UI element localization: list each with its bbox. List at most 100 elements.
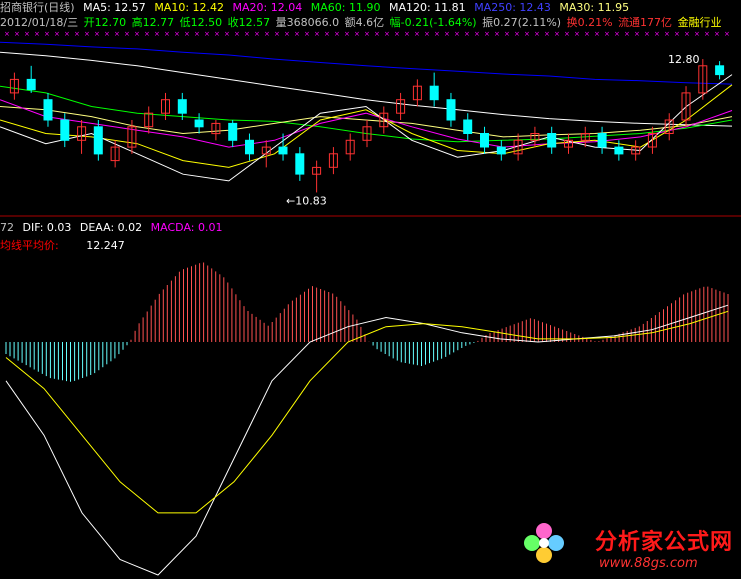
marker-dot: × <box>424 30 430 38</box>
marker-dot: × <box>574 30 580 38</box>
marker-dot: × <box>414 30 420 38</box>
candle-body <box>93 126 103 155</box>
marker-dot: × <box>384 30 390 38</box>
watermark-title: 分析家公式网 <box>594 530 733 555</box>
amount-value: 额4.6亿 <box>344 16 385 29</box>
ma250-value: MA250: 12.43 <box>474 1 551 14</box>
candle-body <box>228 122 238 141</box>
marker-dot: × <box>394 30 400 38</box>
candle-body <box>43 99 53 121</box>
marker-dot: × <box>304 30 310 38</box>
marker-dot: × <box>334 30 340 38</box>
avg-price-row: 均线平均价: 12.247 <box>0 239 130 252</box>
marker-dot: × <box>254 30 260 38</box>
dea-value: DEAA: 0.02 <box>79 221 143 234</box>
marker-dot: × <box>4 30 10 38</box>
marker-dot: × <box>34 30 40 38</box>
marker-dot: × <box>154 30 160 38</box>
ma30-line <box>0 106 733 138</box>
marker-dot: × <box>494 30 500 38</box>
marker-dot: × <box>174 30 180 38</box>
marker-dot: × <box>644 30 650 38</box>
marker-dot: × <box>114 30 120 38</box>
date-value: 2012/01/18/三 <box>0 16 79 29</box>
open-value: 开12.70 <box>83 16 127 29</box>
high-value: 高12.77 <box>131 16 175 29</box>
marker-dot: × <box>24 30 30 38</box>
marker-dot: × <box>584 30 590 38</box>
marker-dot: × <box>224 30 230 38</box>
marker-dot: × <box>714 30 720 38</box>
candle-body <box>245 139 254 155</box>
marker-dot: × <box>14 30 20 38</box>
marker-dot: × <box>624 30 630 38</box>
marker-dot: × <box>104 30 110 38</box>
marker-dot: × <box>694 30 700 38</box>
watermark: 分析家公式网 www.88gs.com <box>595 524 733 571</box>
stock-chart[interactable]: × × × × × × × × × × × × × × × × × × × × × × × × × × × × × × × × × × × × × × × ×… <box>0 0 741 579</box>
marker-dot: × <box>664 30 670 38</box>
candle-body <box>194 119 204 128</box>
marker-dot: × <box>44 30 50 38</box>
ma60-line <box>0 85 733 143</box>
marker-dot: × <box>144 30 150 38</box>
avg-price-label: 均线平均价: <box>0 239 59 252</box>
candle-body <box>463 119 473 134</box>
amplitude-value: 振0.27(2.11%) <box>482 16 562 29</box>
marker-dot: × <box>354 30 360 38</box>
candle-body <box>278 146 288 155</box>
change-value: 幅-0.21(-1.64%) <box>389 16 477 29</box>
candle-body <box>496 146 506 155</box>
candle-body <box>547 133 557 148</box>
marker-dot: × <box>444 30 450 38</box>
marker-dot: × <box>614 30 620 38</box>
ma30-value: MA30: 11.95 <box>559 1 630 14</box>
marker-dot: × <box>454 30 460 38</box>
marker-dot: × <box>604 30 610 38</box>
low-value: 低12.50 <box>179 16 223 29</box>
marker-dot: × <box>314 30 320 38</box>
marker-dot: × <box>244 30 250 38</box>
candle-body <box>295 153 305 175</box>
candle-body <box>715 65 725 76</box>
candle-body <box>597 133 607 148</box>
candle-body <box>177 99 187 114</box>
marker-dot: × <box>684 30 690 38</box>
candle-body <box>429 85 439 101</box>
marker-dot: × <box>654 30 660 38</box>
deaa-line <box>5 310 729 514</box>
marker-dot: × <box>554 30 560 38</box>
stock-name: 招商银行(日线) <box>0 1 75 14</box>
marker-dot: × <box>374 30 380 38</box>
candle-body <box>480 133 489 148</box>
header-row-quote: 2012/01/18/三 开12.70 高12.77 低12.50 收12.57… <box>0 16 724 29</box>
ma120-line <box>0 51 733 127</box>
candle-body <box>26 78 36 91</box>
candle-body <box>446 99 456 121</box>
marker-dot: × <box>524 30 530 38</box>
turnover-value: 换0.21% <box>566 16 613 29</box>
marker-dot: × <box>84 30 90 38</box>
marker-dot: × <box>464 30 470 38</box>
marker-dot: × <box>344 30 350 38</box>
marker-dot: × <box>274 30 280 38</box>
marker-dot: × <box>634 30 640 38</box>
marker-dot: × <box>184 30 190 38</box>
marker-dot: × <box>74 30 80 38</box>
header-row-ma: 招商银行(日线) MA5: 12.57 MA10: 12.42 MA20: 12… <box>0 1 634 14</box>
close-value: 收12.57 <box>227 16 271 29</box>
marker-dot: × <box>724 30 730 38</box>
ma5-value: MA5: 12.57 <box>83 1 146 14</box>
marker-dot: × <box>484 30 490 38</box>
watermark-flower-icon <box>524 523 564 563</box>
marker-dot: × <box>284 30 290 38</box>
marker-dot: × <box>204 30 210 38</box>
marker-dot: × <box>324 30 330 38</box>
marker-dot: × <box>234 30 240 38</box>
candle-body <box>614 146 624 155</box>
marker-dot: × <box>504 30 510 38</box>
marker-dot: × <box>544 30 550 38</box>
low-price-label: ←10.83 <box>286 194 327 207</box>
watermark-url: www.88gs.com <box>598 556 698 571</box>
marker-dot: × <box>94 30 100 38</box>
